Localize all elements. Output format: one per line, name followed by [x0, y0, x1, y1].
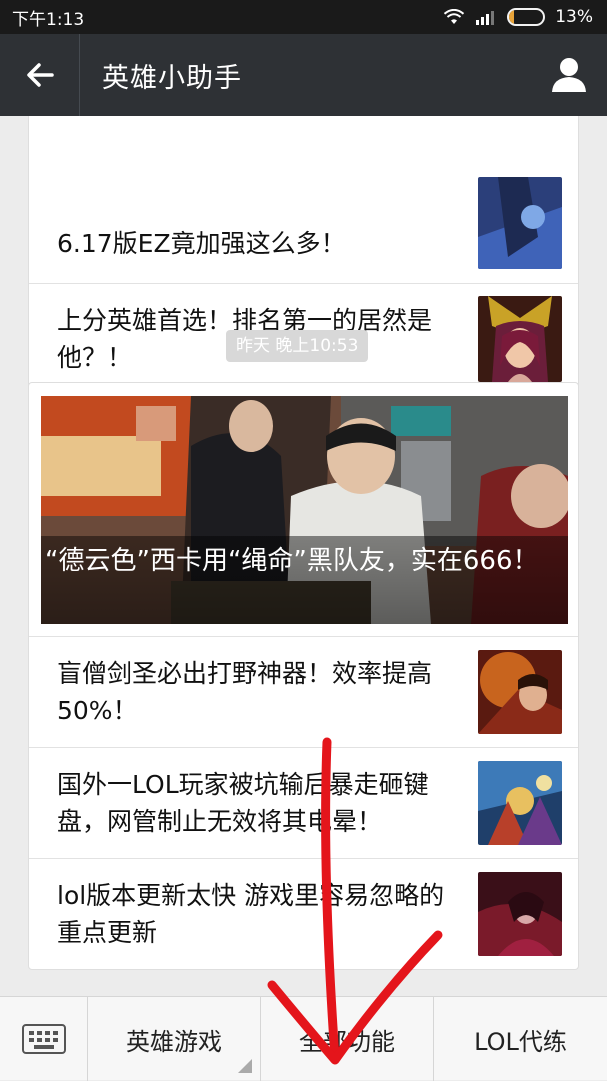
message-feed[interactable]: 6.17版EZ竟加强这么多！ 上分英雄首选！排名第一的居然是他？！ 昨天 晚上1…: [0, 116, 607, 996]
signal-icon: [476, 11, 495, 25]
back-arrow-icon: [26, 63, 54, 87]
menu-label: 全部功能: [299, 1027, 395, 1056]
keyboard-icon: [21, 1024, 66, 1054]
back-button[interactable]: [0, 34, 80, 116]
headline-caption: “德云色”西卡用“绳命”黑队友，实在666！: [41, 536, 568, 624]
status-bar: 下午1:13 13%: [0, 0, 607, 34]
list-item[interactable]: 盲僧剑圣必出打野神器！效率提高50%！: [29, 636, 578, 747]
page-title: 英雄小助手: [102, 62, 242, 94]
status-icons: 13%: [443, 7, 593, 27]
menu-all-functions[interactable]: 全部功能: [261, 997, 434, 1081]
keyboard-toggle-button[interactable]: [0, 997, 88, 1081]
headline-article[interactable]: “德云色”西卡用“绳命”黑队友，实在666！: [41, 396, 568, 624]
article-title: 6.17版EZ竟加强这么多！: [57, 229, 346, 258]
battery-icon: [507, 8, 546, 26]
list-item[interactable]: lol版本更新太快 游戏里容易忽略的重点更新: [29, 858, 578, 971]
timestamp-badge: 昨天 晚上10:53: [226, 330, 369, 362]
article-card: “德云色”西卡用“绳命”黑队友，实在666！ 盲僧剑圣必出打野神器！效率提高50…: [28, 382, 579, 970]
article-thumbnail: [478, 177, 562, 269]
menu-lol-boosting[interactable]: LOL代练: [434, 997, 607, 1081]
article-title: lol版本更新太快 游戏里容易忽略的重点更新: [57, 881, 445, 947]
battery-percent: 13%: [555, 7, 593, 27]
menu-label: LOL代练: [474, 1027, 567, 1056]
clock: 下午1:13: [12, 9, 85, 30]
list-item[interactable]: 6.17版EZ竟加强这么多！: [29, 116, 578, 283]
list-item[interactable]: 国外一LOL玩家被坑输后暴走砸键盘，网管制止无效将其电晕！: [29, 747, 578, 858]
article-title: 盲僧剑圣必出打野神器！效率提高50%！: [57, 659, 433, 725]
submenu-indicator-icon: [238, 1059, 252, 1073]
article-thumbnail: [478, 761, 562, 845]
article-title: 国外一LOL玩家被坑输后暴走砸键盘，网管制止无效将其电晕！: [57, 770, 429, 836]
profile-button[interactable]: [549, 54, 589, 94]
article-thumbnail: [478, 872, 562, 956]
menu-label: 英雄游戏: [126, 1027, 222, 1056]
article-thumbnail: [478, 650, 562, 734]
nav-bar: 英雄小助手: [0, 34, 607, 116]
article-thumbnail: [478, 296, 562, 382]
person-icon: [552, 58, 586, 92]
wifi-icon: [444, 9, 465, 24]
menu-hero-games[interactable]: 英雄游戏: [88, 997, 261, 1081]
bottom-menu: 英雄游戏 全部功能 LOL代练: [0, 996, 607, 1081]
